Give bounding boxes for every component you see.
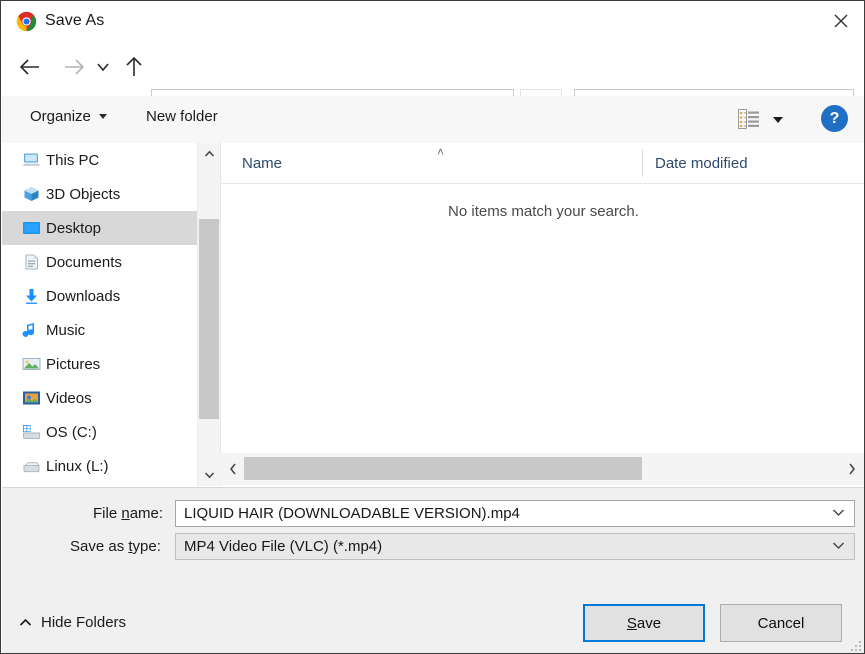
column-divider[interactable] (642, 149, 643, 177)
save-as-dialog: Save As (0, 0, 865, 654)
sidebar-item-label: Desktop (46, 220, 101, 237)
sort-ascending-icon: ˄ (437, 145, 444, 159)
sidebar-item-music[interactable]: Music (2, 313, 197, 347)
file-name-value: LIQUID HAIR (DOWNLOADABLE VERSION).mp4 (184, 505, 520, 522)
music-icon (22, 322, 41, 339)
details-view-icon[interactable] (738, 109, 760, 129)
file-name-chevron-down-icon[interactable] (832, 506, 845, 520)
cancel-button[interactable]: Cancel (720, 604, 842, 642)
sidebar-item-label: This PC (46, 152, 99, 169)
3d-objects-icon (22, 186, 41, 203)
sidebar-item-label: Downloads (46, 288, 120, 305)
empty-state-message: No items match your search. (221, 203, 865, 220)
sidebar-item-label: Documents (46, 254, 122, 271)
organize-chevron-down-icon[interactable] (99, 114, 107, 119)
save-button[interactable]: Save (583, 604, 705, 642)
dialog-footer: File name: LIQUID HAIR (DOWNLOADABLE VER… (2, 487, 865, 654)
sidebar-item-label: Linux (L:) (46, 458, 109, 475)
sidebar-item-linux-l[interactable]: Linux (L:) (2, 449, 197, 483)
drive-icon (22, 424, 41, 441)
save-as-type-label: Save as type: (70, 538, 161, 555)
save-as-type-select[interactable]: MP4 Video File (VLC) (*.mp4) (175, 533, 855, 560)
navigation-sidebar: This PC 3D Objects Desktop (2, 143, 197, 486)
file-name-input[interactable]: LIQUID HAIR (DOWNLOADABLE VERSION).mp4 (175, 500, 855, 527)
this-pc-icon (22, 152, 41, 169)
documents-icon (22, 254, 41, 271)
hide-folders-button[interactable]: Hide Folders (19, 614, 126, 631)
scroll-right-chevron-right-icon[interactable] (841, 453, 863, 485)
hide-folders-label: Hide Folders (41, 614, 126, 631)
recent-locations-chevron-down-icon[interactable] (90, 49, 116, 85)
sidebar-item-pictures[interactable]: Pictures (2, 347, 197, 381)
help-button[interactable]: ? (821, 105, 848, 132)
sidebar-item-videos[interactable]: Videos (2, 381, 197, 415)
chrome-icon (16, 11, 37, 32)
column-header-row: ˄ Name Date modified (221, 143, 865, 184)
command-bar: Organize New folder (2, 96, 865, 144)
file-list-pane: ˄ Name Date modified No items match your… (220, 143, 865, 486)
sidebar-item-label: Pictures (46, 356, 100, 373)
sidebar-vertical-scrollbar[interactable] (197, 143, 220, 486)
scroll-left-chevron-left-icon[interactable] (222, 453, 244, 485)
sidebar-item-label: 3D Objects (46, 186, 120, 203)
scroll-up-chevron-up-icon[interactable] (198, 143, 220, 165)
scroll-down-chevron-down-icon[interactable] (198, 464, 220, 486)
sidebar-item-label: OS (C:) (46, 424, 97, 441)
new-folder-button[interactable]: New folder (146, 108, 218, 125)
downloads-icon (22, 288, 41, 305)
forward-arrow-icon (57, 49, 91, 85)
file-name-label: File name: (93, 505, 163, 522)
sidebar-item-desktop[interactable]: Desktop (2, 211, 197, 245)
column-header-name[interactable]: Name (242, 155, 282, 172)
resize-grip[interactable] (849, 639, 861, 651)
view-chevron-down-icon[interactable] (773, 117, 783, 123)
save-as-type-value: MP4 Video File (VLC) (*.mp4) (184, 538, 382, 555)
scrollbar-thumb[interactable] (244, 457, 642, 480)
drive-icon (22, 458, 41, 475)
sidebar-item-documents[interactable]: Documents (2, 245, 197, 279)
sidebar-item-label: Videos (46, 390, 92, 407)
save-as-type-chevron-down-icon[interactable] (832, 539, 845, 553)
file-list-horizontal-scrollbar[interactable] (220, 453, 865, 485)
sidebar-item-this-pc[interactable]: This PC (2, 143, 197, 177)
scrollbar-thumb[interactable] (199, 219, 219, 419)
sidebar-item-label: Music (46, 322, 85, 339)
title-bar: Save As (2, 2, 865, 40)
organize-button[interactable]: Organize (30, 108, 91, 125)
pictures-icon (22, 356, 41, 373)
column-header-date-modified[interactable]: Date modified (655, 155, 748, 172)
sidebar-item-os-c[interactable]: OS (C:) (2, 415, 197, 449)
chevron-up-icon (19, 616, 32, 630)
navigation-bar: « Desktop › Favorite Videos (2, 41, 865, 95)
back-arrow-icon[interactable] (13, 49, 47, 85)
sidebar-item-3d-objects[interactable]: 3D Objects (2, 177, 197, 211)
videos-icon (22, 390, 41, 407)
desktop-icon (22, 220, 41, 237)
window-title: Save As (45, 12, 104, 30)
sidebar-item-downloads[interactable]: Downloads (2, 279, 197, 313)
up-arrow-icon[interactable] (117, 49, 151, 85)
close-button[interactable] (817, 2, 865, 39)
